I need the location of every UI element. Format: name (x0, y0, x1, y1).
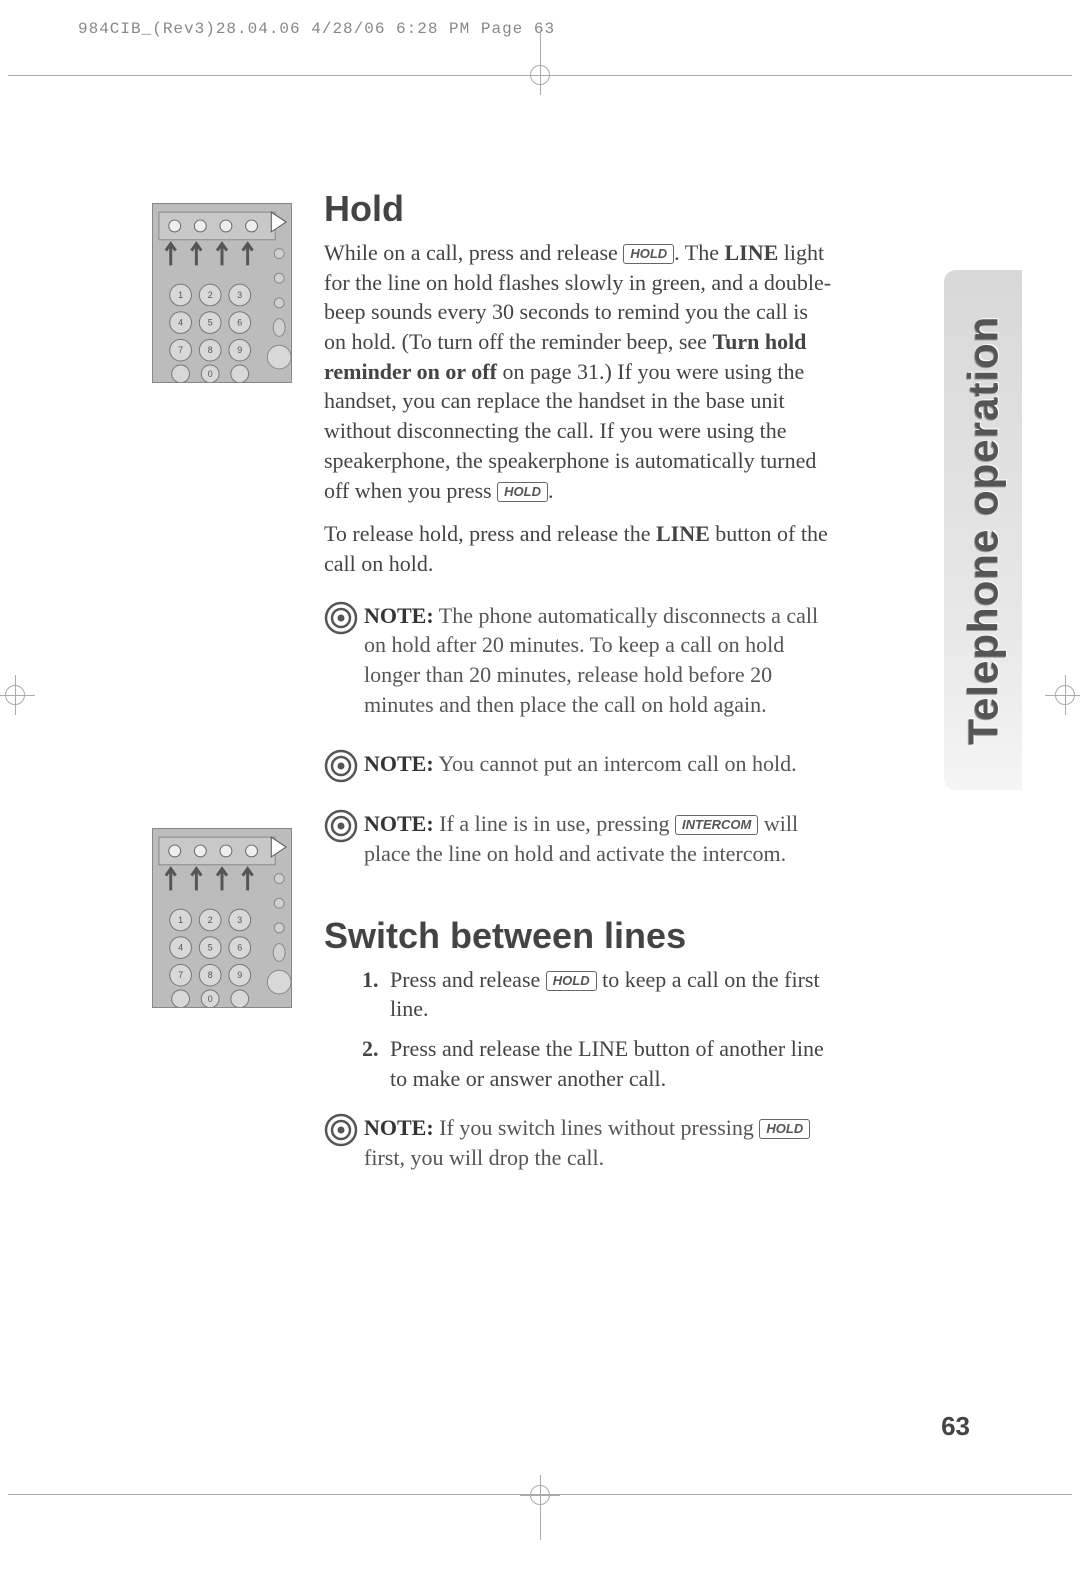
svg-text:7: 7 (178, 345, 183, 355)
svg-text:2: 2 (208, 290, 213, 300)
svg-text:0: 0 (208, 369, 213, 379)
registration-mark-icon (520, 55, 560, 95)
svg-text:9: 9 (237, 970, 242, 980)
svg-text:3: 3 (237, 290, 242, 300)
svg-text:1: 1 (178, 915, 183, 925)
svg-text:8: 8 (208, 345, 213, 355)
svg-text:2: 2 (208, 915, 213, 925)
svg-text:8: 8 (208, 970, 213, 980)
note-3: NOTE: If a line is in use, pressing INTE… (324, 809, 844, 868)
svg-text:6: 6 (237, 943, 242, 953)
svg-text:0: 0 (208, 994, 213, 1004)
registration-mark-icon (520, 1475, 560, 1515)
list-item: 1.Press and release HOLD to keep a call … (362, 965, 832, 1024)
note-target-icon (324, 601, 358, 635)
note-2: NOTE: You cannot put an intercom call on… (324, 749, 844, 783)
note-1: NOTE: The phone automatically disconnect… (324, 601, 844, 720)
svg-text:5: 5 (208, 943, 213, 953)
note-target-icon (324, 749, 358, 783)
svg-text:6: 6 (237, 318, 242, 328)
note-target-icon (324, 1113, 358, 1147)
hold-heading: Hold (324, 188, 834, 230)
note-target-icon (324, 809, 358, 843)
switch-heading: Switch between lines (324, 915, 834, 957)
list-item: 2.Press and release the LINE button of a… (362, 1034, 832, 1093)
hold-paragraph-1: While on a call, press and release HOLD.… (324, 238, 834, 505)
svg-text:5: 5 (208, 318, 213, 328)
hold-paragraph-2: To release hold, press and release the L… (324, 519, 834, 578)
phone-illustration-icon: 1 2 3 4 5 6 7 8 9 0 (152, 828, 292, 1008)
svg-text:4: 4 (178, 318, 183, 328)
svg-text:3: 3 (237, 915, 242, 925)
switch-steps: 1.Press and release HOLD to keep a call … (362, 965, 832, 1094)
intercom-key-icon: INTERCOM (675, 815, 758, 835)
svg-text:4: 4 (178, 943, 183, 953)
registration-mark-icon (1045, 675, 1080, 715)
section-tab: Telephone operation (944, 270, 1022, 790)
svg-text:7: 7 (178, 970, 183, 980)
hold-key-icon: HOLD (497, 482, 548, 502)
print-header: 984CIB_(Rev3)28.04.06 4/28/06 6:28 PM Pa… (78, 20, 555, 38)
registration-mark-icon (0, 675, 35, 715)
page-number: 63 (941, 1411, 970, 1442)
svg-text:1: 1 (178, 290, 183, 300)
hold-key-icon: HOLD (759, 1119, 810, 1139)
svg-text:9: 9 (237, 345, 242, 355)
phone-illustration-icon: 1 2 3 4 5 6 7 8 9 0 (152, 203, 292, 383)
hold-key-icon: HOLD (546, 971, 597, 991)
section-tab-label: Telephone operation (959, 316, 1007, 745)
hold-key-icon: HOLD (623, 244, 674, 264)
note-4: NOTE: If you switch lines without pressi… (324, 1113, 844, 1172)
